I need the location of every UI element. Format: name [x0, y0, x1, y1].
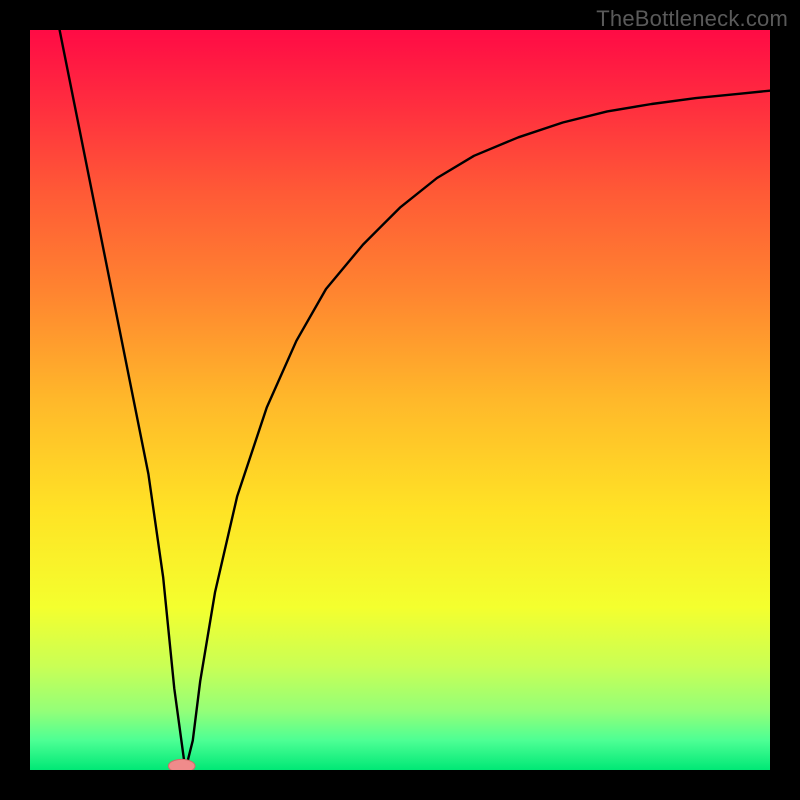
chart-frame: TheBottleneck.com [0, 0, 800, 800]
optimal-marker [168, 759, 195, 770]
bottleneck-curve [60, 30, 770, 770]
curve-layer [30, 30, 770, 770]
watermark-text: TheBottleneck.com [596, 6, 788, 32]
plot-area [30, 30, 770, 770]
